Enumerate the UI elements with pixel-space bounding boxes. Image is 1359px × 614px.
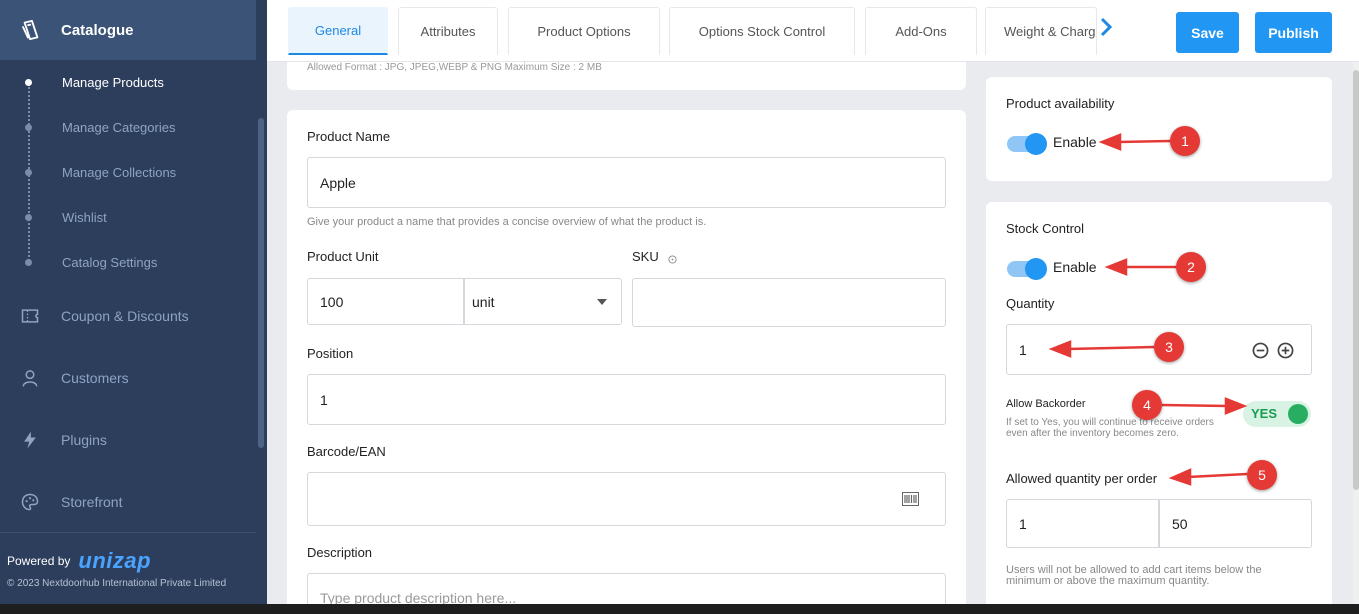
palette-icon <box>21 493 39 511</box>
tab-options-stock-control[interactable]: Options Stock Control <box>669 7 855 55</box>
submenu-manage-categories[interactable]: Manage Categories <box>62 120 175 135</box>
sidebar: Catalogue Manage Products Manage Categor… <box>0 0 267 604</box>
availability-card: Product availability Enable <box>986 77 1332 181</box>
product-unit-input[interactable]: 100 <box>307 278 464 325</box>
availability-toggle-label: Enable <box>1053 134 1097 150</box>
copyright: © 2023 Nextdoorhub International Private… <box>7 578 227 589</box>
chevron-right-icon[interactable] <box>1099 16 1113 38</box>
page-scrollbar-thumb[interactable] <box>1353 70 1359 490</box>
product-name-label: Product Name <box>307 129 391 144</box>
image-upload-card: Allowed Format : JPG, JPEG,WEBP & PNG Ma… <box>287 62 966 90</box>
submenu-dot <box>25 169 32 176</box>
unit-select-value: unit <box>472 293 495 310</box>
sidebar-title: Catalogue <box>61 21 134 39</box>
sidebar-item-plugins[interactable]: Plugins <box>0 420 256 460</box>
stock-control-toggle[interactable] <box>1007 258 1047 280</box>
submenu-dot <box>25 259 32 266</box>
backorder-toggle-value: YES <box>1251 406 1278 421</box>
barcode-icon[interactable] <box>902 492 919 506</box>
publish-button[interactable]: Publish <box>1255 12 1332 53</box>
caret-down-icon <box>597 299 607 305</box>
toggle-knob <box>1025 258 1047 280</box>
image-format-note: Allowed Format : JPG, JPEG,WEBP & PNG Ma… <box>307 62 602 73</box>
barcode-input[interactable] <box>307 472 946 526</box>
sidebar-item-label: Plugins <box>61 432 107 448</box>
user-icon <box>22 370 38 387</box>
toggle-knob <box>1025 133 1047 155</box>
tab-weight-charges[interactable]: Weight & Charge <box>985 7 1097 55</box>
submenu-wishlist[interactable]: Wishlist <box>62 210 107 225</box>
position-label: Position <box>307 346 354 361</box>
sidebar-item-storefront[interactable]: Storefront <box>0 482 256 522</box>
toggle-knob <box>1288 404 1308 424</box>
tab-add-ons[interactable]: Add-Ons <box>865 7 977 55</box>
sidebar-footer: Powered by unizap © 2023 Nextdoorhub Int… <box>0 532 256 604</box>
tab-product-options[interactable]: Product Options <box>508 7 660 55</box>
minus-circle-icon[interactable] <box>1252 342 1269 359</box>
brand-logo: unizap <box>78 548 152 573</box>
product-unit-value: 100 <box>320 293 344 310</box>
sidebar-item-customers[interactable]: Customers <box>0 358 256 398</box>
tab-attributes[interactable]: Attributes <box>398 7 498 55</box>
availability-toggle[interactable] <box>1007 133 1047 155</box>
position-input[interactable]: 1 <box>307 374 946 425</box>
tab-general[interactable]: General <box>288 7 388 55</box>
powered-by-label: Powered by <box>7 554 71 568</box>
annotation-badge-4: 4 <box>1132 390 1162 420</box>
stock-control-label: Stock Control <box>1006 221 1085 236</box>
coupon-icon <box>21 309 39 323</box>
submenu-dot <box>25 79 32 86</box>
sidebar-item-coupons[interactable]: Coupon & Discounts <box>0 296 256 336</box>
submenu-manage-collections[interactable]: Manage Collections <box>62 165 176 180</box>
backorder-toggle[interactable]: YES <box>1243 401 1311 427</box>
sku-input[interactable] <box>632 278 946 327</box>
barcode-label: Barcode/EAN <box>307 444 386 459</box>
annotation-badge-3: 3 <box>1154 332 1184 362</box>
quantity-label: Quantity <box>1006 296 1055 311</box>
lightning-icon <box>24 431 36 449</box>
max-quantity-input[interactable]: 50 <box>1159 499 1312 548</box>
max-quantity-value: 50 <box>1172 515 1188 532</box>
product-form-card: Product Name Apple Give your product a n… <box>287 110 966 613</box>
stock-control-toggle-label: Enable <box>1053 259 1097 275</box>
availability-label: Product availability <box>1006 96 1115 111</box>
page-scrollbar-track[interactable] <box>1353 62 1359 604</box>
submenu-catalog-settings[interactable]: Catalog Settings <box>62 255 157 270</box>
submenu-manage-products[interactable]: Manage Products <box>62 75 164 90</box>
sidebar-item-catalogue[interactable]: Catalogue <box>0 0 256 60</box>
sidebar-item-label: Storefront <box>61 494 123 510</box>
annotation-badge-5: 5 <box>1247 460 1277 490</box>
sidebar-scrollbar[interactable] <box>258 118 264 448</box>
min-quantity-value: 1 <box>1019 515 1027 532</box>
sidebar-item-label: Coupon & Discounts <box>61 308 189 324</box>
powered-by: Powered by unizap <box>7 548 151 574</box>
sidebar-item-label: Customers <box>61 370 129 386</box>
annotation-badge-1: 1 <box>1170 126 1200 156</box>
description-label: Description <box>307 545 373 560</box>
tab-bar: General Attributes Product Options Optio… <box>267 0 1359 62</box>
plus-circle-icon[interactable] <box>1277 342 1294 359</box>
backorder-help: If set to Yes, you will continue to rece… <box>1006 417 1214 439</box>
product-name-help: Give your product a name that provides a… <box>307 216 707 228</box>
os-taskbar <box>0 604 1359 614</box>
product-name-value: Apple <box>320 174 356 191</box>
catalogue-icon <box>21 19 39 41</box>
per-order-label: Allowed quantity per order <box>1006 471 1158 486</box>
submenu-dot <box>25 214 32 221</box>
product-unit-label: Product Unit <box>307 249 379 264</box>
backorder-label: Allow Backorder <box>1006 398 1086 410</box>
unit-select[interactable]: unit <box>464 278 622 325</box>
min-quantity-input[interactable]: 1 <box>1006 499 1159 548</box>
quantity-value: 1 <box>1019 341 1027 358</box>
info-icon[interactable] <box>668 255 677 264</box>
sku-label: SKU <box>632 249 659 264</box>
product-name-input[interactable]: Apple <box>307 157 946 208</box>
per-order-help: Users will not be allowed to add cart it… <box>1006 564 1262 587</box>
submenu-dot <box>25 124 32 131</box>
position-value: 1 <box>320 391 328 408</box>
annotation-badge-2: 2 <box>1176 252 1206 282</box>
save-button[interactable]: Save <box>1176 12 1239 53</box>
